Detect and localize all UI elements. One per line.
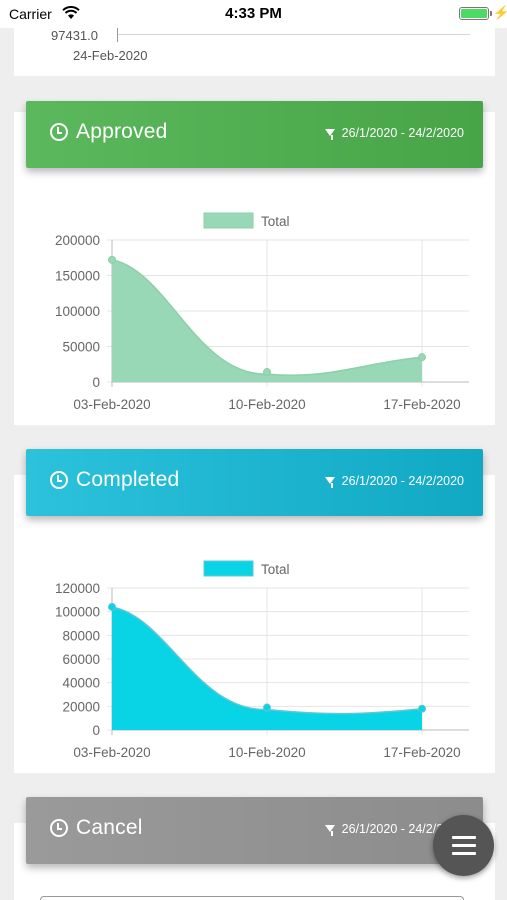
y-axis-line [117,28,118,42]
approved-date-range: 26/1/2020 - 24/2/2020 [341,126,464,140]
approved-header[interactable]: Approved 26/1/2020 - 24/2/2020 [26,101,483,168]
data-point [418,353,426,362]
data-point [263,368,271,377]
y-tick-label: 60000 [62,652,100,667]
completed-date-filter[interactable]: 26/1/2020 - 24/2/2020 [324,474,464,488]
y-tick-label: 0 [92,723,100,738]
y-tick-label: 150000 [55,269,100,284]
approved-date-filter[interactable]: 26/1/2020 - 24/2/2020 [324,126,464,140]
clock-icon [50,819,68,837]
clock-icon [50,123,68,141]
completed-chart: Total 0 20000 40000 60000 80000 100000 120000 03… [0,553,507,768]
y-tick-label: 80000 [62,628,100,643]
legend-label: Total [261,562,290,577]
charging-icon: ⚡ [493,5,507,20]
approved-title: Approved [76,120,168,143]
clock-icon [50,471,68,489]
chart-svg: Total 0 50000 100000 150000 200000 03-Feb-2020… [55,212,469,412]
filter-icon [324,128,335,136]
legend-label: Total [261,214,290,229]
battery-tip [490,11,492,16]
cancel-title: Cancel [76,816,143,839]
next-card-edge [40,896,464,900]
y-tick-label: 97431.0 [51,28,98,43]
completed-header[interactable]: Completed 26/1/2020 - 24/2/2020 [26,449,483,516]
x-tick-label: 17-Feb-2020 [383,745,460,760]
status-time: 4:33 PM [225,5,282,22]
previous-chart-card: 97431.0 24-Feb-2020 [14,28,495,76]
y-tick-label: 100000 [55,605,100,620]
completed-title: Completed [76,468,180,491]
x-tick-label: 17-Feb-2020 [383,397,460,412]
data-point [108,602,116,611]
x-tick-label: 10-Feb-2020 [228,745,305,760]
completed-date-range: 26/1/2020 - 24/2/2020 [341,474,464,488]
data-point [263,703,271,712]
cancel-header[interactable]: Cancel 26/1/2020 - 24/2/2020 [26,797,483,864]
x-tick-label: 24-Feb-2020 [73,48,148,63]
data-point [418,704,426,713]
x-tick-label: 03-Feb-2020 [73,745,150,760]
chart-svg: Total 0 20000 40000 60000 80000 100000 120000 03… [55,560,469,760]
y-tick-label: 50000 [62,340,100,355]
y-tick-label: 120000 [55,581,100,596]
legend-swatch [203,212,254,229]
y-tick-label: 200000 [55,233,100,248]
data-point [108,255,116,264]
y-tick-label: 100000 [55,304,100,319]
status-bar: Carrier 4:33 PM ⚡ [0,0,507,28]
filter-icon [324,824,335,832]
y-tick-label: 40000 [62,676,100,691]
filter-icon [324,476,335,484]
y-tick-label: 0 [92,375,100,390]
menu-fab-button[interactable] [433,815,494,876]
x-tick-label: 03-Feb-2020 [73,397,150,412]
battery-icon [459,7,489,20]
legend-swatch [203,560,254,577]
x-tick-label: 10-Feb-2020 [228,397,305,412]
grid-line [117,34,470,35]
y-tick-label: 20000 [62,699,100,714]
approved-chart: Total 0 50000 100000 150000 200000 03-Feb-2020… [0,205,507,420]
